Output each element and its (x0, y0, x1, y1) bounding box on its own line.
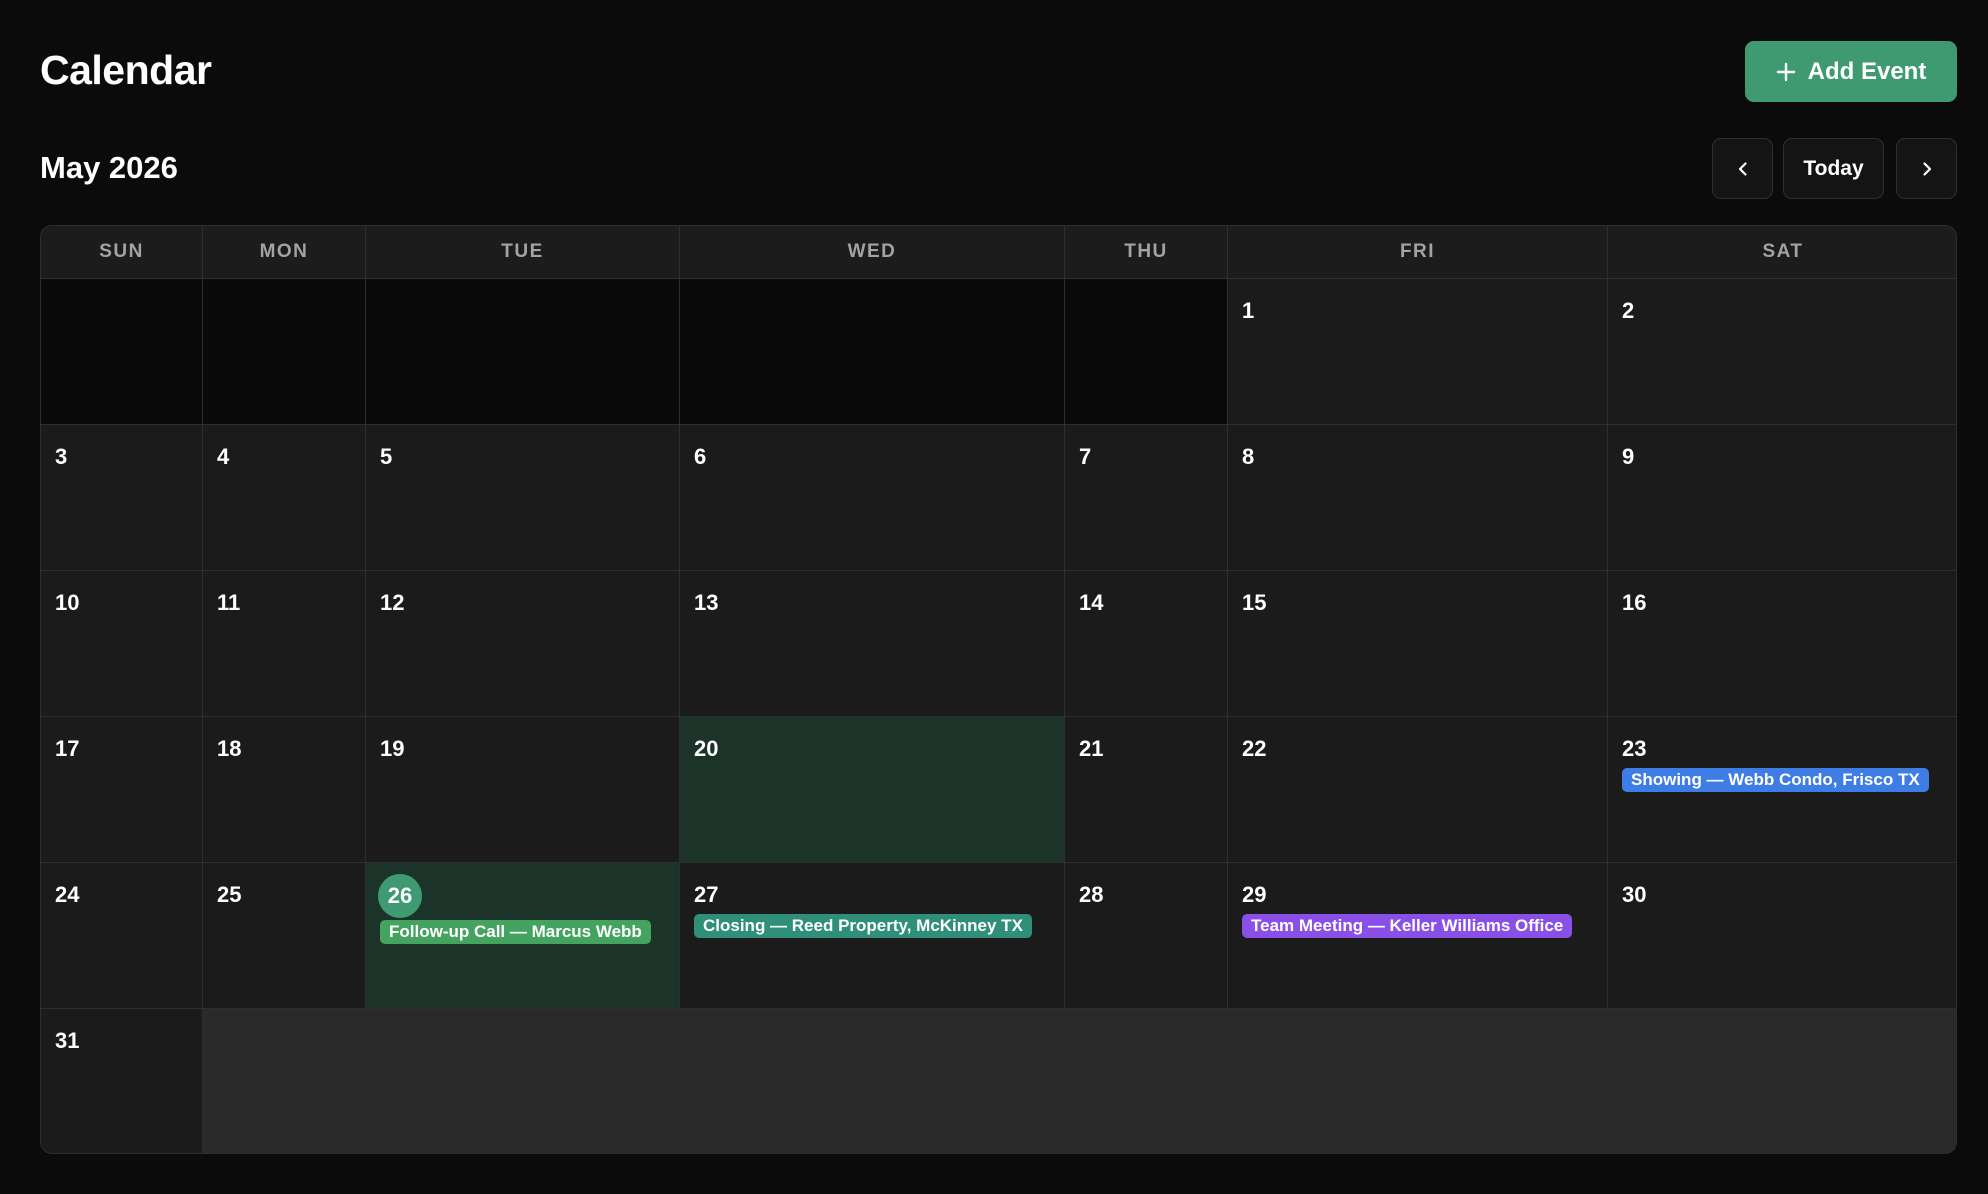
today-button[interactable]: Today (1783, 138, 1884, 199)
chevron-right-icon (1922, 161, 1931, 176)
day-cell-12[interactable]: 12 (366, 571, 680, 717)
day-cell-19[interactable]: 19 (366, 717, 680, 863)
day-cell-15[interactable]: 15 (1228, 571, 1608, 717)
day-number: 24 (55, 882, 80, 907)
day-number: 6 (694, 444, 707, 469)
day-number: 1 (1242, 298, 1255, 323)
month-grid: SUN MON TUE WED THU FRI SAT 1 2 3 4 5 6 … (40, 225, 1957, 1154)
weekday-header-wed: WED (680, 226, 1065, 279)
empty-day-cell (1065, 279, 1228, 425)
day-cell-24[interactable]: 24 (41, 863, 203, 1009)
day-cell-29[interactable]: 29 Team Meeting — Keller Williams Office (1228, 863, 1608, 1009)
day-number: 19 (380, 736, 405, 761)
day-cell-5[interactable]: 5 (366, 425, 680, 571)
empty-day-cell (203, 279, 366, 425)
day-cell-23[interactable]: 23 Showing — Webb Condo, Frisco TX (1608, 717, 1956, 863)
weekday-header-thu: THU (1065, 226, 1228, 279)
day-number: 16 (1622, 590, 1647, 615)
day-cell-21[interactable]: 21 (1065, 717, 1228, 863)
day-number: 2 (1622, 298, 1635, 323)
today-indicator: 26 (378, 874, 422, 918)
day-cell-17[interactable]: 17 (41, 717, 203, 863)
weekday-header-sat: SAT (1608, 226, 1956, 279)
day-number: 23 (1622, 736, 1647, 761)
day-cell-13[interactable]: 13 (680, 571, 1065, 717)
event-chip-team-meeting[interactable]: Team Meeting — Keller Williams Office (1242, 914, 1573, 938)
day-number: 17 (55, 736, 80, 761)
add-event-label: Add Event (1807, 57, 1927, 85)
day-cell-16[interactable]: 16 (1608, 571, 1956, 717)
day-cell-20[interactable]: 20 (680, 717, 1065, 863)
day-number: 3 (55, 444, 68, 469)
day-cell-6[interactable]: 6 (680, 425, 1065, 571)
day-cell-8[interactable]: 8 (1228, 425, 1608, 571)
day-number: 4 (217, 444, 230, 469)
day-cell-14[interactable]: 14 (1065, 571, 1228, 717)
day-number: 9 (1622, 444, 1635, 469)
day-number: 15 (1242, 590, 1267, 615)
day-number: 21 (1079, 736, 1104, 761)
page-title: Calendar (40, 47, 212, 93)
day-number: 11 (217, 590, 241, 615)
day-cell-28[interactable]: 28 (1065, 863, 1228, 1009)
day-cell-7[interactable]: 7 (1065, 425, 1228, 571)
chevron-left-icon (1738, 161, 1747, 176)
previous-month-button[interactable] (1712, 138, 1773, 199)
day-cell-26-today[interactable]: 26 Follow-up Call — Marcus Webb (366, 863, 680, 1009)
day-number: 18 (217, 736, 242, 761)
event-chip-showing[interactable]: Showing — Webb Condo, Frisco TX (1622, 768, 1929, 792)
add-event-button[interactable]: Add Event (1745, 41, 1957, 102)
day-cell-1[interactable]: 1 (1228, 279, 1608, 425)
weekday-header-mon: MON (203, 226, 366, 279)
weekday-header-fri: FRI (1228, 226, 1608, 279)
calendar-app: Calendar Add Event May 2026 Today SUN MO… (0, 0, 1988, 1194)
day-number: 10 (55, 590, 80, 615)
day-cell-27[interactable]: 27 Closing — Reed Property, McKinney TX (680, 863, 1065, 1009)
day-number: 13 (694, 590, 719, 615)
weekday-header-tue: TUE (366, 226, 680, 279)
weekday-header-sun: SUN (41, 226, 203, 279)
day-number: 27 (694, 882, 719, 907)
day-cell-3[interactable]: 3 (41, 425, 203, 571)
next-month-button[interactable] (1896, 138, 1957, 199)
day-number: 29 (1242, 882, 1267, 907)
day-number: 12 (380, 590, 405, 615)
day-number: 7 (1079, 444, 1092, 469)
day-number: 28 (1079, 882, 1104, 907)
day-number: 31 (55, 1028, 80, 1053)
day-number: 25 (217, 882, 242, 907)
day-cell-9[interactable]: 9 (1608, 425, 1956, 571)
plus-icon (1776, 62, 1795, 81)
day-cell-10[interactable]: 10 (41, 571, 203, 717)
day-number: 5 (380, 444, 393, 469)
empty-day-cell (680, 279, 1065, 425)
day-cell-11[interactable]: 11 (203, 571, 366, 717)
empty-trailing-area (203, 1009, 1956, 1153)
day-number: 22 (1242, 736, 1267, 761)
month-title: May 2026 (40, 150, 178, 185)
day-cell-30[interactable]: 30 (1608, 863, 1956, 1009)
day-number: 8 (1242, 444, 1255, 469)
day-number: 30 (1622, 882, 1647, 907)
event-chip-follow-up-call[interactable]: Follow-up Call — Marcus Webb (380, 920, 651, 944)
day-cell-22[interactable]: 22 (1228, 717, 1608, 863)
day-cell-18[interactable]: 18 (203, 717, 366, 863)
day-cell-2[interactable]: 2 (1608, 279, 1956, 425)
day-cell-25[interactable]: 25 (203, 863, 366, 1009)
day-number: 20 (694, 736, 719, 761)
day-number: 14 (1079, 590, 1104, 615)
empty-day-cell (366, 279, 680, 425)
empty-day-cell (41, 279, 203, 425)
day-cell-31[interactable]: 31 (41, 1009, 203, 1153)
day-cell-4[interactable]: 4 (203, 425, 366, 571)
event-chip-closing[interactable]: Closing — Reed Property, McKinney TX (694, 914, 1032, 938)
